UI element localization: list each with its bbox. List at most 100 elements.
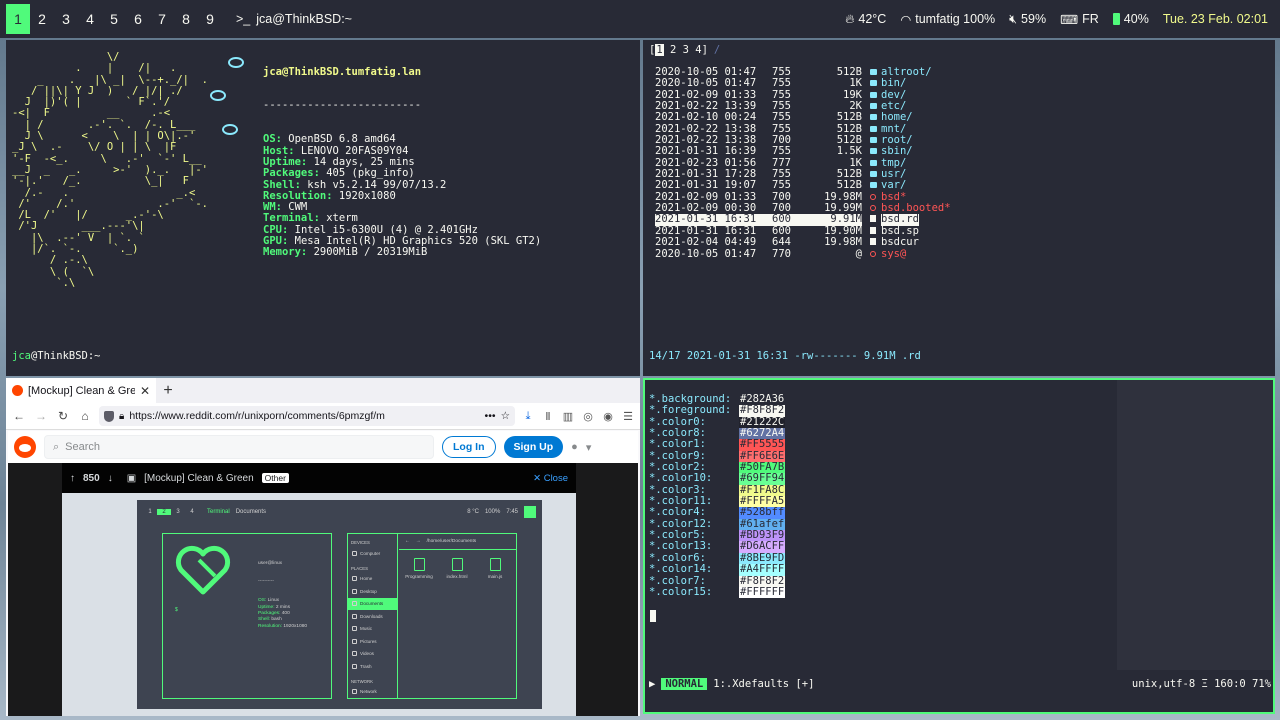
mockup-status: 8 °C 100% 7:45 bbox=[467, 508, 518, 515]
ascii-line: . | /| . bbox=[12, 62, 177, 75]
folder-icon bbox=[869, 103, 877, 110]
system-info: jca@ThinkBSD.tumfatig.lan --------------… bbox=[263, 44, 541, 281]
page-actions-icon[interactable]: ••• bbox=[485, 410, 496, 422]
signup-button[interactable]: Sign Up bbox=[503, 436, 564, 458]
mockup-workspace: 4 bbox=[190, 508, 194, 515]
downvote-icon[interactable]: ↓ bbox=[108, 473, 113, 484]
mockup-topbar: 123 4 Terminal Documents 8 °C 100% 7:45 bbox=[143, 504, 536, 519]
close-tab-icon[interactable]: ✕ bbox=[140, 384, 150, 398]
file-name: bsdcur bbox=[881, 236, 919, 249]
bubble-icon bbox=[210, 90, 226, 101]
executable-icon-wrap bbox=[867, 192, 879, 203]
url-text: https://www.reddit.com/r/unixporn/commen… bbox=[129, 410, 385, 422]
folder-icon-wrap bbox=[867, 135, 879, 146]
mockup-workspace: 2 bbox=[157, 508, 171, 515]
sidebar-icon[interactable]: ▥ bbox=[561, 410, 575, 423]
mockup-section-header: PLACES bbox=[351, 565, 368, 571]
color-swatch: #F8F8F2 bbox=[739, 404, 786, 417]
post-score: 850 bbox=[83, 472, 100, 484]
file-row[interactable]: 2021-02-04 04:49 644 19.98M bsdcur bbox=[655, 236, 1055, 249]
downloads-icon[interactable]: ⤓ bbox=[521, 410, 535, 423]
mockup-file: index.html bbox=[444, 558, 470, 579]
workspace-3[interactable]: 3 bbox=[54, 4, 78, 34]
post-body: 1234 Terminal Documents 8 °C 100% 7:45 u… bbox=[62, 493, 576, 716]
mockup-path: /home/user/Documents bbox=[426, 539, 477, 544]
info-value: CWM bbox=[281, 201, 308, 214]
wifi-icon: ◠ bbox=[900, 12, 912, 27]
workspace-1[interactable]: 1 bbox=[6, 4, 30, 34]
workspace-2[interactable]: 2 bbox=[30, 4, 54, 34]
workspace-8[interactable]: 8 bbox=[174, 4, 198, 34]
info-key: Memory: bbox=[263, 246, 308, 259]
wifi-status[interactable]: ◠ tumfatig 100% bbox=[900, 12, 995, 27]
workspace-6[interactable]: 6 bbox=[126, 4, 150, 34]
upvote-icon[interactable]: ↑ bbox=[70, 473, 75, 484]
home-icon[interactable]: ⌂ bbox=[77, 409, 93, 423]
reddit-logo-icon[interactable] bbox=[14, 436, 36, 458]
bookmark-star-icon[interactable]: ☆ bbox=[501, 410, 510, 422]
heart-icon bbox=[175, 545, 231, 595]
file-row[interactable]: 2020-10-05 01:47 755 1K bin/ bbox=[655, 77, 1055, 90]
addon-icon[interactable]: ◉ bbox=[601, 410, 615, 423]
extension-icon[interactable]: ◎ bbox=[581, 410, 595, 423]
workspace-9[interactable]: 9 bbox=[198, 4, 222, 34]
close-post-button[interactable]: ✕ Close bbox=[533, 473, 568, 484]
lf-tab-active[interactable]: 1 bbox=[655, 44, 664, 56]
folder-icon bbox=[352, 550, 357, 556]
file-manager-terminal[interactable]: [1 2 3 4]/ 2020-10-05 01:47 755 512B altroo… bbox=[643, 40, 1275, 376]
volume-status[interactable]: 🔇︎ 59% bbox=[1009, 12, 1046, 27]
menu-icon[interactable]: ☰ bbox=[621, 410, 635, 423]
vim-mode: NORMAL bbox=[661, 677, 708, 690]
url-bar[interactable]: 🔒︎ https://www.reddit.com/r/unixporn/com… bbox=[99, 406, 515, 426]
file-name: bin/ bbox=[881, 77, 907, 90]
info-key: Packages: bbox=[263, 167, 320, 180]
info-value: Mesa Intel(R) HD Graphics 520 (SKL GT2) bbox=[288, 235, 542, 248]
lf-status-line: 14/17 2021-01-31 16:31 -rw------- 9.91M … bbox=[649, 350, 921, 362]
lock-icon[interactable]: 🔒︎ bbox=[119, 411, 124, 422]
firefox-window[interactable]: [Mockup] Clean & Green ✕ + ← → ↻ ⌂ 🔒︎ ht… bbox=[6, 378, 640, 716]
login-button[interactable]: Log In bbox=[442, 436, 496, 458]
browser-tab[interactable]: [Mockup] Clean & Green ✕ bbox=[6, 378, 156, 403]
mockup-workspaces: 123 4 bbox=[143, 508, 199, 515]
workspace-7[interactable]: 7 bbox=[150, 4, 174, 34]
folder-icon bbox=[869, 69, 877, 75]
neofetch-terminal[interactable]: \/ . | /| . _ . |\ _| \--+._/| . / ||\| … bbox=[6, 40, 640, 396]
tracking-shield-icon[interactable] bbox=[104, 410, 114, 422]
folder-icon-wrap bbox=[867, 124, 879, 135]
mockup-image[interactable]: 1234 Terminal Documents 8 °C 100% 7:45 u… bbox=[137, 500, 542, 709]
mockup-sidebar-item: Home bbox=[348, 573, 397, 586]
info-value: xterm bbox=[319, 212, 358, 225]
library-icon[interactable]: Ⅱ bbox=[541, 410, 555, 423]
xdefaults-buffer[interactable]: *.background: #282A36 *.foreground: #F8F8F2… bbox=[649, 393, 786, 599]
mute-icon: 🔇︎ bbox=[1009, 11, 1018, 26]
file-date: 2020-10-05 01:47 bbox=[655, 77, 757, 90]
reddit-search-input[interactable]: ⌕ Search bbox=[44, 435, 434, 459]
file-perms: 644 bbox=[772, 236, 791, 249]
forward-icon[interactable]: → bbox=[33, 409, 49, 423]
mockup-sidebar-item: Computer bbox=[348, 547, 397, 560]
volume-value: 59% bbox=[1021, 12, 1047, 26]
executable-icon-wrap bbox=[867, 203, 879, 214]
file-icon bbox=[451, 558, 463, 571]
file-size: 19.98M bbox=[824, 236, 862, 249]
user-dropdown[interactable]: ● ▾ bbox=[571, 441, 591, 454]
mockup-sidebar-item: Pictures bbox=[348, 635, 397, 648]
clock[interactable]: Tue. 23 Feb. 02:01 bbox=[1163, 12, 1268, 26]
reload-icon[interactable]: ↻ bbox=[55, 409, 71, 423]
workspace-5[interactable]: 5 bbox=[102, 4, 126, 34]
vim-terminal[interactable]: *.background: #282A36 *.foreground: #F8F8F2… bbox=[643, 378, 1275, 714]
mockup-file-manager: DEVICES Computer PLACES Home Desktop Document… bbox=[347, 533, 517, 699]
reddit-favicon-icon bbox=[12, 385, 23, 396]
back-icon[interactable]: ← bbox=[11, 409, 27, 423]
mockup-sidebar-item: Desktop bbox=[348, 585, 397, 598]
workspace-4[interactable]: 4 bbox=[78, 4, 102, 34]
keyboard-status[interactable]: ⌨ FR bbox=[1060, 12, 1099, 27]
info-value: ksh v5.2.14 99/07/13.2 bbox=[300, 178, 447, 191]
temperature-value: 42°C bbox=[858, 12, 887, 26]
file-row[interactable]: 2020-10-05 01:47 770 @ sys@ bbox=[655, 248, 1055, 260]
folder-icon bbox=[869, 91, 877, 98]
info-value: 405 (pkg_info) bbox=[319, 167, 415, 180]
lf-tabs[interactable]: 2 3 4] bbox=[664, 44, 708, 56]
post-title[interactable]: [Mockup] Clean & Green bbox=[144, 473, 254, 484]
new-tab-button[interactable]: + bbox=[156, 378, 180, 403]
